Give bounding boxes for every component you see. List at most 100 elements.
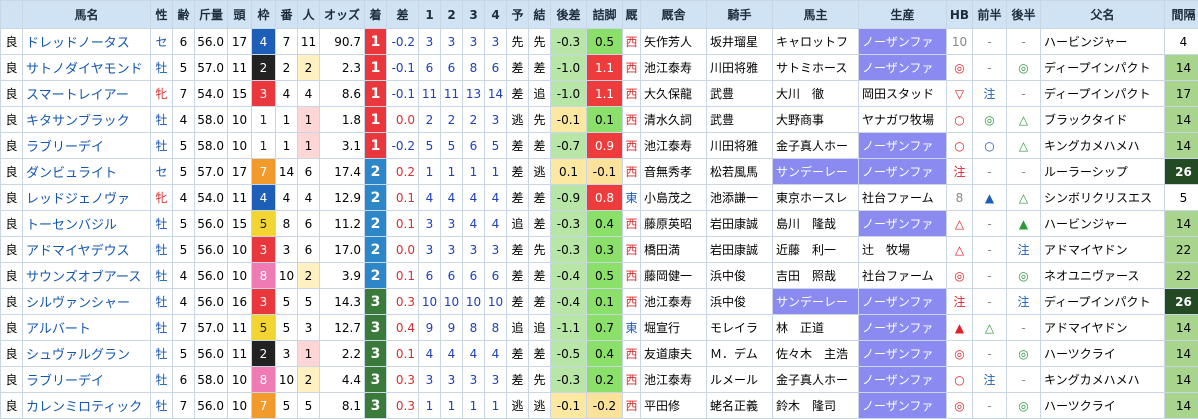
second-half-mark-cell: ◎ <box>1007 341 1041 367</box>
owner-cell: 林 正道 <box>773 315 859 341</box>
table-row[interactable]: 良シュヴァルグラン牡556.0112312.230.14444差差-0.50.4… <box>1 341 1198 367</box>
column-header[interactable]: 差 <box>387 1 419 29</box>
column-header[interactable]: 馬主 <box>773 1 859 29</box>
first-half-mark-cell: - <box>973 393 1007 419</box>
column-header[interactable]: 馬名 <box>23 1 151 29</box>
table-row[interactable]: 良ダンビュライトセ557.017714617.420.21111差逃0.1-0.… <box>1 159 1198 185</box>
column-header[interactable]: 後差 <box>551 1 587 29</box>
column-header[interactable]: 2 <box>441 1 463 29</box>
horse-name-link[interactable]: ドレッドノータス <box>23 29 151 55</box>
age-cell: 5 <box>173 133 195 159</box>
track-condition: 良 <box>1 133 23 159</box>
horse-name-link[interactable]: カレンミロティック <box>23 393 151 419</box>
column-header[interactable]: オッズ <box>320 1 365 29</box>
trainer-cell: 藤岡健一 <box>641 263 707 289</box>
track-condition: 良 <box>1 81 23 107</box>
table-row[interactable]: 良スマートレイアー牝754.0153448.61-0.111111314差追-1… <box>1 81 1198 107</box>
odds-cell: 17.0 <box>320 237 365 263</box>
horse-name-link[interactable]: シルヴァンシャー <box>23 289 151 315</box>
track-condition: 良 <box>1 315 23 341</box>
horse-name-link[interactable]: サウンズオブアース <box>23 263 151 289</box>
column-header[interactable]: 着 <box>365 1 387 29</box>
horse-name-link[interactable]: スマートレイアー <box>23 81 151 107</box>
column-header[interactable]: 厩舎 <box>641 1 707 29</box>
corner1-cell: 3 <box>419 237 441 263</box>
interval-cell: 14 <box>1165 133 1198 159</box>
sex-cell: 牡 <box>151 55 173 81</box>
horse-name-link[interactable]: アドマイヤデウス <box>23 237 151 263</box>
corner1-cell: 1 <box>419 393 441 419</box>
stable-region-cell: 東 <box>623 185 641 211</box>
table-row[interactable]: 良ドレッドノータスセ656.017471190.71-0.23333先先-0.3… <box>1 29 1198 55</box>
column-header[interactable]: 父名 <box>1041 1 1165 29</box>
table-row[interactable]: 良カレンミロティック牡756.0107558.130.31111逃逃-0.1-0… <box>1 393 1198 419</box>
column-header[interactable]: 生産 <box>859 1 947 29</box>
predicted-style-cell: 差 <box>507 367 529 393</box>
column-header[interactable]: 枠 <box>252 1 276 29</box>
column-header[interactable]: 人 <box>298 1 320 29</box>
corner4-cell: 4 <box>485 341 507 367</box>
column-header[interactable]: 4 <box>485 1 507 29</box>
table-row[interactable]: 良アドマイヤデウス牡556.01033617.020.03333差先-0.30.… <box>1 237 1198 263</box>
popularity-cell: 2 <box>298 55 320 81</box>
closing-cell: 0.4 <box>587 211 623 237</box>
second-half-mark-cell: - <box>1007 81 1041 107</box>
horse-name-link[interactable]: トーセンバジル <box>23 211 151 237</box>
actual-style-cell: 追 <box>529 81 551 107</box>
popularity-cell: 5 <box>298 393 320 419</box>
odds-cell: 2.2 <box>320 341 365 367</box>
column-header[interactable]: 後半 <box>1007 1 1041 29</box>
runners-cell: 10 <box>228 133 252 159</box>
margin-cell: 0.0 <box>387 237 419 263</box>
column-header[interactable]: 厩 <box>623 1 641 29</box>
horse-name-link[interactable]: ラブリーデイ <box>23 367 151 393</box>
column-header[interactable]: HB <box>947 1 973 29</box>
horse-name-link[interactable]: キタサンブラック <box>23 107 151 133</box>
column-header[interactable] <box>1 1 23 29</box>
table-row[interactable]: 良ラブリーデイ牡658.01081024.430.33333差先-0.30.2西… <box>1 367 1198 393</box>
horse-name-link[interactable]: シュヴァルグラン <box>23 341 151 367</box>
horse-name-link[interactable]: アルバート <box>23 315 151 341</box>
table-row[interactable]: 良サウンズオブアース牡456.01081023.920.16666差差-0.40… <box>1 263 1198 289</box>
column-header[interactable]: 1 <box>419 1 441 29</box>
table-row[interactable]: 良シルヴァンシャー牡456.01635514.330.310101010差差-0… <box>1 289 1198 315</box>
table-row[interactable]: 良トーセンバジル牡556.01558611.220.13344追差-0.30.4… <box>1 211 1198 237</box>
horse-name-link[interactable]: ダンビュライト <box>23 159 151 185</box>
trainer-cell: 音無秀孝 <box>641 159 707 185</box>
odds-cell: 11.2 <box>320 211 365 237</box>
column-header[interactable]: 性 <box>151 1 173 29</box>
interval-cell: 14 <box>1165 55 1198 81</box>
finish-cell: 3 <box>365 367 387 393</box>
column-header[interactable]: 番 <box>276 1 298 29</box>
trainer-cell: 小島茂之 <box>641 185 707 211</box>
column-header[interactable]: 前半 <box>973 1 1007 29</box>
table-row[interactable]: 良ラブリーデイ牡558.0101113.11-0.25565差差-0.70.9西… <box>1 133 1198 159</box>
table-row[interactable]: 良サトノダイヤモンド牡557.0112222.31-0.16686差差-1.01… <box>1 55 1198 81</box>
column-header[interactable]: 齢 <box>173 1 195 29</box>
column-header[interactable]: 3 <box>463 1 485 29</box>
table-row[interactable]: 良キタサンブラック牡458.0101111.810.02223逃先-0.10.1… <box>1 107 1198 133</box>
table-row[interactable]: 良アルバート牡757.01155312.730.49988追追-1.10.7東堀… <box>1 315 1198 341</box>
trainer-cell: 池江泰寿 <box>641 133 707 159</box>
column-header[interactable]: 騎手 <box>707 1 773 29</box>
age-cell: 4 <box>173 263 195 289</box>
late-diff-cell: -0.1 <box>551 393 587 419</box>
weight-cell: 54.0 <box>195 81 228 107</box>
sex-cell: 牡 <box>151 211 173 237</box>
horse-number-cell: 7 <box>276 29 298 55</box>
column-header[interactable]: 予 <box>507 1 529 29</box>
horse-name-link[interactable]: レッドジェノヴァ <box>23 185 151 211</box>
table-row[interactable]: 良レッドジェノヴァ牝454.01144412.920.14444差差-0.90.… <box>1 185 1198 211</box>
column-header[interactable]: 詰脚 <box>587 1 623 29</box>
horse-name-link[interactable]: サトノダイヤモンド <box>23 55 151 81</box>
column-header[interactable]: 斤量 <box>195 1 228 29</box>
age-cell: 5 <box>173 341 195 367</box>
closing-cell: 0.9 <box>587 133 623 159</box>
column-header[interactable]: 頭 <box>228 1 252 29</box>
finish-cell: 1 <box>365 81 387 107</box>
column-header[interactable]: 間隔 <box>1165 1 1198 29</box>
column-header[interactable]: 結 <box>529 1 551 29</box>
interval-cell: 22 <box>1165 263 1198 289</box>
stable-region-cell: 西 <box>623 107 641 133</box>
horse-name-link[interactable]: ラブリーデイ <box>23 133 151 159</box>
